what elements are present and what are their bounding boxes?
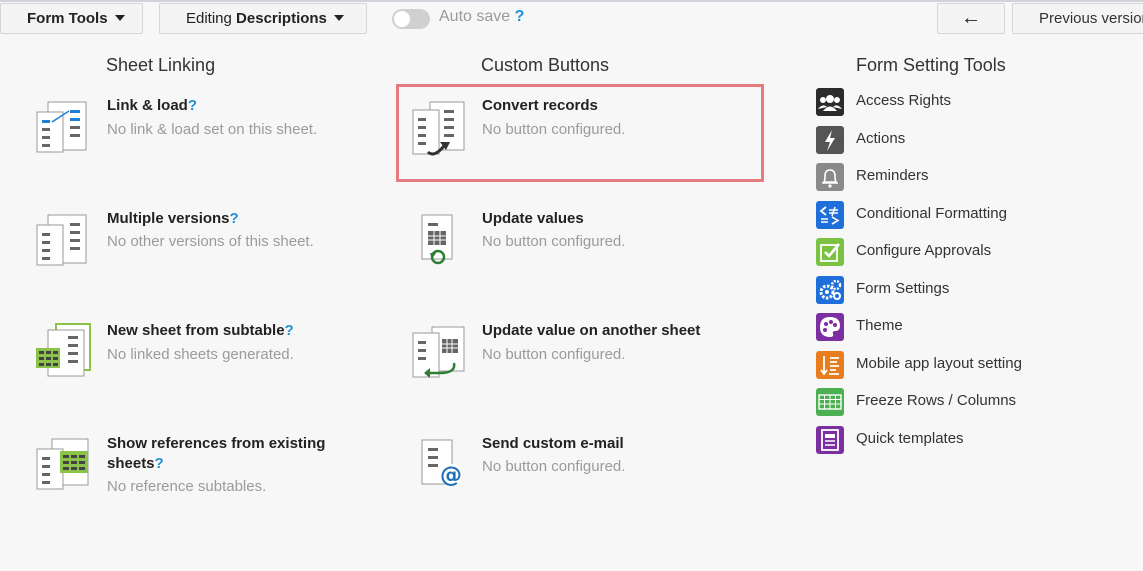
tool-label: Actions bbox=[856, 130, 906, 147]
link-load-title[interactable]: Link & load bbox=[107, 97, 188, 114]
autosave-label-group: Auto save ? bbox=[439, 8, 524, 26]
sheet-linking-title: Sheet Linking bbox=[106, 55, 216, 75]
conditional-icon bbox=[816, 201, 844, 229]
autosave-label: Auto save bbox=[439, 8, 511, 25]
autosave-toggle[interactable] bbox=[392, 9, 430, 29]
multiple-versions-status: No other versions of this sheet. bbox=[107, 233, 314, 250]
show-references-status: No reference subtables. bbox=[107, 478, 267, 495]
editing-prefix: Editing bbox=[186, 10, 232, 27]
new-sheet-subtable-status: No linked sheets generated. bbox=[107, 346, 294, 363]
update-values-icon bbox=[421, 214, 453, 265]
tool-label: Access Rights bbox=[856, 92, 952, 109]
new-sheet-subtable-title-row[interactable]: New sheet from subtable? bbox=[107, 321, 294, 341]
update-values-title[interactable]: Update values bbox=[482, 209, 584, 229]
tool-label: Reminders bbox=[856, 167, 929, 184]
toolbar: Form Tools Editing Descriptions Auto sav… bbox=[0, 0, 1143, 38]
tool-label: Mobile app layout setting bbox=[856, 355, 1022, 372]
check-icon bbox=[816, 238, 844, 266]
help-icon[interactable]: ? bbox=[188, 97, 197, 114]
convert-records-title[interactable]: Convert records bbox=[482, 96, 598, 116]
editing-dropdown[interactable]: Editing Descriptions bbox=[159, 3, 367, 34]
tool-label: Quick templates bbox=[856, 430, 964, 447]
link-load-icon bbox=[36, 101, 87, 153]
update-another-sheet-icon bbox=[412, 326, 465, 378]
freeze-icon bbox=[816, 388, 844, 416]
palette-icon bbox=[816, 313, 844, 341]
tool-label: Freeze Rows / Columns bbox=[856, 392, 1017, 409]
form-setting-tools-title: Form Setting Tools bbox=[856, 55, 1006, 75]
update-values-status: No button configured. bbox=[482, 233, 626, 250]
show-references-icon bbox=[36, 438, 89, 490]
multiple-versions-icon bbox=[36, 214, 87, 266]
convert-records-status: No button configured. bbox=[482, 121, 626, 138]
show-references-title-line1[interactable]: Show references from existing bbox=[107, 434, 325, 454]
show-references-title-line2[interactable]: sheets bbox=[107, 455, 155, 472]
tool-label: Form Settings bbox=[856, 280, 950, 297]
chevron-down-icon bbox=[114, 15, 125, 21]
previous-version-button[interactable]: Previous version bbox=[1012, 3, 1143, 34]
tool-label: Conditional Formatting bbox=[856, 205, 1007, 222]
gears-icon bbox=[816, 276, 844, 304]
chevron-down-icon bbox=[333, 15, 344, 21]
show-references-title[interactable]: Show references from existing sheets? bbox=[107, 434, 325, 474]
convert-records-icon bbox=[412, 101, 465, 156]
form-tools-button[interactable]: Form Tools bbox=[0, 3, 143, 34]
toggle-knob bbox=[394, 11, 410, 27]
help-icon[interactable]: ? bbox=[285, 322, 294, 339]
form-tools-label: Form Tools bbox=[27, 10, 108, 27]
link-load-status: No link & load set on this sheet. bbox=[107, 121, 318, 138]
send-email-title[interactable]: Send custom e-mail bbox=[482, 434, 624, 454]
tool-label: Theme bbox=[856, 317, 903, 334]
new-sheet-subtable-title[interactable]: New sheet from subtable bbox=[107, 322, 285, 339]
send-email-status: No button configured. bbox=[482, 458, 626, 475]
group-icon bbox=[816, 88, 844, 116]
help-icon[interactable]: ? bbox=[155, 455, 164, 472]
previous-version-label: Previous version bbox=[1039, 10, 1143, 27]
back-button[interactable]: ← bbox=[937, 3, 1005, 34]
back-arrow-icon: ← bbox=[961, 7, 981, 29]
mobile-layout-icon bbox=[816, 351, 844, 379]
multiple-versions-title[interactable]: Multiple versions bbox=[107, 210, 230, 227]
toolbar-top-border bbox=[0, 0, 1143, 2]
multiple-versions-title-row[interactable]: Multiple versions? bbox=[107, 209, 239, 229]
custom-buttons-title: Custom Buttons bbox=[481, 55, 610, 75]
tool-label: Configure Approvals bbox=[856, 242, 992, 259]
update-another-sheet-status: No button configured. bbox=[482, 346, 626, 363]
lightning-icon bbox=[816, 126, 844, 154]
editing-value: Descriptions bbox=[236, 10, 327, 27]
autosave-help-icon[interactable]: ? bbox=[515, 8, 525, 25]
send-email-icon: @ bbox=[421, 439, 462, 488]
help-icon[interactable]: ? bbox=[230, 210, 239, 227]
new-sheet-subtable-icon bbox=[36, 323, 91, 377]
template-icon bbox=[816, 426, 844, 454]
update-another-sheet-title[interactable]: Update value on another sheet bbox=[482, 321, 700, 341]
link-load-title-row[interactable]: Link & load? bbox=[107, 96, 197, 116]
svg-text:@: @ bbox=[440, 463, 462, 488]
bell-icon bbox=[816, 163, 844, 191]
